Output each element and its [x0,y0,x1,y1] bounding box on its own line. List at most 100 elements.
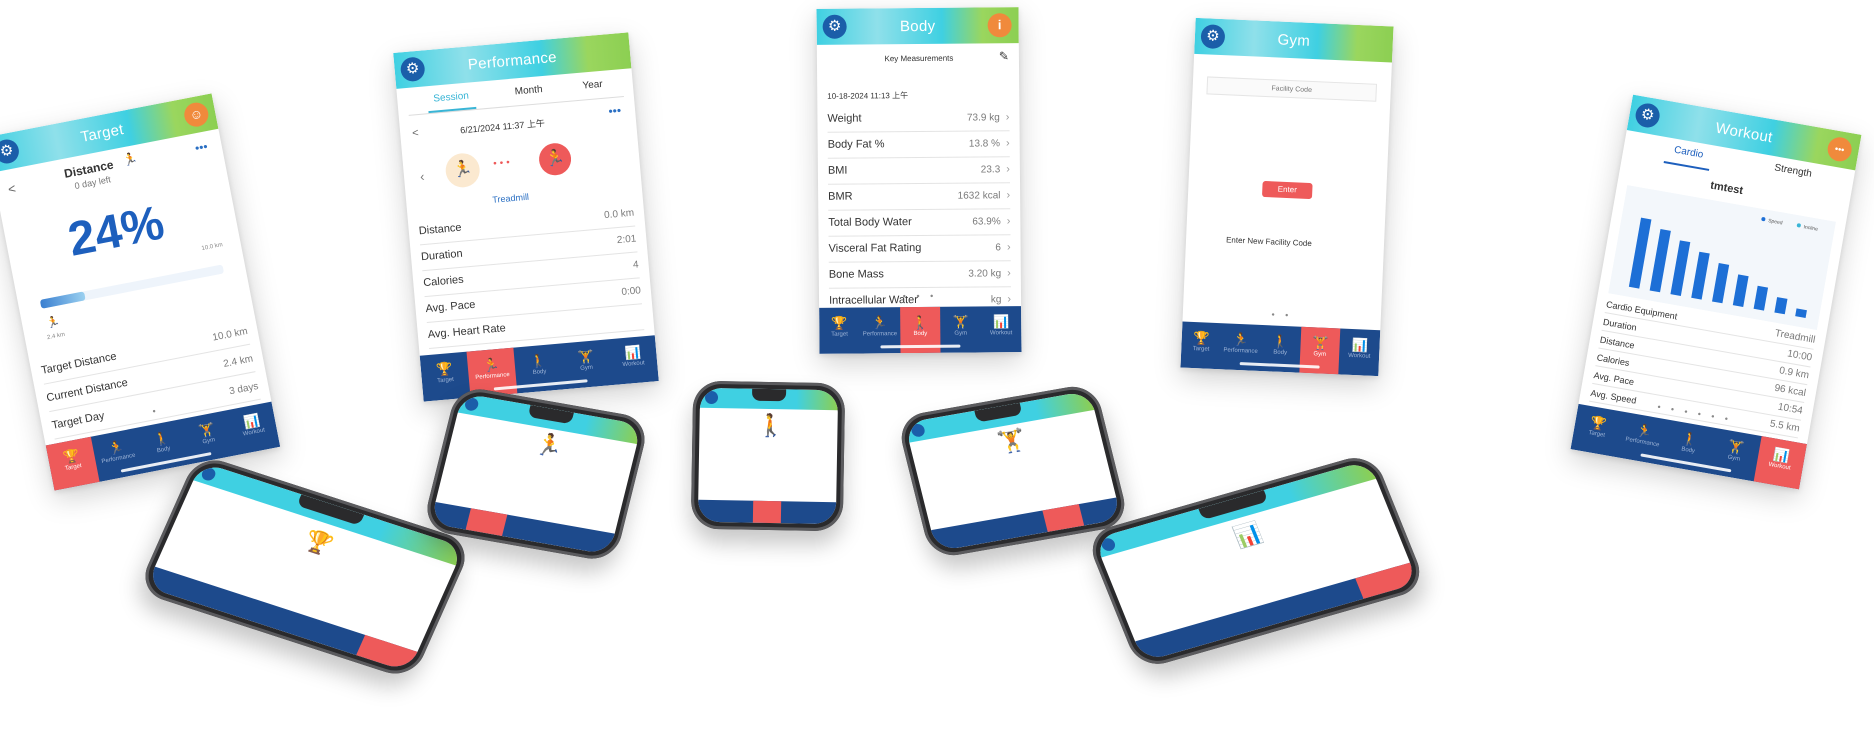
detail-row[interactable]: BMR 1632 kcal › [828,181,1011,211]
row-value-wrap: 1632 kcal › [958,189,1011,201]
tab-month[interactable]: Month [514,84,543,105]
row-label: Duration [1602,316,1638,333]
key-measurements-label: Key Measurements [884,53,954,64]
chevron-right-icon: › [1006,188,1011,201]
performance-icon: 🏃 [871,315,889,331]
more-button[interactable]: ••• [608,103,622,118]
target-icon: 🏆 [831,315,848,331]
separator-dots: ••• [492,156,514,170]
dumbbell-icon: 🏋 [995,426,1029,456]
detail-row[interactable]: Bone Mass 3.20 kg › [828,259,1011,289]
prev-arrow[interactable]: ‹ [419,169,425,184]
page-dots: • • • [902,290,938,302]
chevron-right-icon: › [1006,162,1010,175]
mini-tabbar [697,499,837,525]
progress-track [39,264,225,309]
row-value: 63.9% [972,215,1001,228]
row-value-wrap: 4 [632,258,640,270]
equipment-label: Treadmill [491,191,530,205]
measurement-datetime: 10-18-2024 11:13 上午 [827,91,909,101]
row-value-wrap: 23.3 › [981,163,1010,175]
row-value: 10:54 [1776,401,1804,417]
runner-icon: 🏃 [121,150,139,168]
tab-target[interactable]: 🏆 Target [819,308,860,354]
gear-icon[interactable]: ⚙ [822,14,847,39]
tab-target[interactable]: 🏆 Target [1571,404,1625,457]
tab-year[interactable]: Year [582,79,604,100]
progress-fill [39,291,86,309]
tab-label: Body [1680,446,1696,455]
phone-screen: 🏋 [904,390,1122,552]
tab-label: Workout [622,360,645,369]
tab-label: Body [1273,349,1288,357]
treadmill-icon: 🏃 [533,430,567,460]
detail-row[interactable]: BMI 23.3 › [827,155,1011,185]
row-value: 3.20 kg [968,267,1002,280]
performance-icon: 🏃 [1232,331,1250,348]
row-value-wrap: 0.0 km [604,206,635,221]
share-icon[interactable]: < [412,127,419,140]
new-facility-code-link[interactable]: Enter New Facility Code [1226,235,1312,248]
performance-title: Performance [467,48,558,73]
detail-row[interactable]: Visceral Fat Rating 6 › [828,233,1011,263]
row-value: 2:01 [616,232,637,246]
row-label: Body Fat % [827,137,885,151]
row-value: 6 [995,241,1001,253]
trophy-icon: 🏆 [300,526,337,559]
chevron-right-icon: › [1006,240,1011,253]
phone-screen: 🏆 [145,461,465,673]
phone-screen: 📊 [1093,460,1419,662]
row-label: Total Body Water [828,215,912,229]
row-label: Visceral Fat Rating [828,241,922,255]
facility-code-input[interactable] [1206,76,1378,102]
detail-row[interactable]: Total Body Water 63.9% › [828,207,1011,237]
phone-gym: 🏋 [895,382,1131,560]
row-label: BMI [827,164,848,177]
tab-strength[interactable]: Strength [1772,162,1813,188]
tab-session[interactable]: Session [426,90,477,114]
detail-row[interactable]: Weight 73.9 kg › [827,103,1010,133]
tab-label: Body [913,330,928,338]
tab-bar: 🏆 Target 🏃 Performance 🚶 Body 🏋 Gym 📊 Workout [819,306,1022,354]
tab-workout[interactable]: 📊 Workout [1339,328,1381,376]
row-value-wrap: 0.9 km [1778,365,1809,381]
info-icon[interactable]: i [987,13,1012,38]
body-screen: Body ⚙ i Key Measurements ✎ 10-18-2024 1… [816,7,1022,354]
progress-left-label: 2.4 km [46,331,66,342]
tab-workout[interactable]: 📊 Workout [981,306,1022,352]
row-value: 1632 kcal [957,189,1001,202]
phone-target: 🏆 [136,453,474,681]
tab-workout[interactable]: 📊 Workout [226,402,280,456]
edit-icon[interactable]: ✎ [999,49,1009,63]
detail-row[interactable]: Body Fat % 13.8 % › [827,129,1010,159]
tab-target[interactable]: 🏆 Target [1180,322,1222,370]
tab-bar: 🏆 Target 🏃 Performance 🚶 Body 🏋 Gym 📊 Workout [1180,321,1381,377]
body-icon: 🚶 [757,412,786,439]
row-label: BMR [828,190,853,203]
notch [752,388,786,402]
row-value-wrap: 10.0 km [211,324,249,343]
percent-display: 24% [63,196,169,267]
tab-cardio[interactable]: Cardio [1663,143,1713,171]
row-value: 73.9 kg [966,111,1000,124]
tab-label: Workout [1348,352,1371,360]
tab-gym[interactable]: 🏋 Gym [1708,428,1762,481]
row-value-wrap: 13.8 % › [969,137,1010,149]
row-value-wrap: 73.9 kg › [967,111,1010,123]
more-button[interactable]: ••• [194,139,209,155]
row-value: 13.8 % [968,137,1001,150]
tab-label: Performance [1223,347,1258,355]
tab-label: Gym [1726,454,1741,463]
progress-runner-icon: 🏃 [45,315,62,330]
tab-workout[interactable]: 📊 Workout [608,335,659,385]
share-icon[interactable]: < [7,181,17,197]
mini-tabbar [145,566,418,673]
session-datetime: 6/21/2024 11:37 上午 [459,118,546,136]
tab-label: Body [532,368,547,376]
tab-workout[interactable]: 📊 Workout [1753,436,1807,490]
enter-button[interactable]: Enter [1261,180,1313,200]
chevron-right-icon: › [1005,136,1010,149]
run-icon: 🏃 [537,141,573,177]
row-value: 0.0 km [603,207,635,221]
tab-label: Target [436,376,455,385]
